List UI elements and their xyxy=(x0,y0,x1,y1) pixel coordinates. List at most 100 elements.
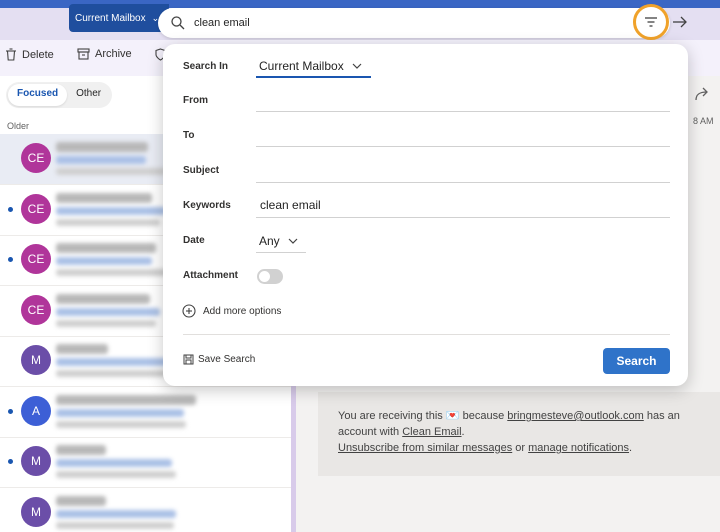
to-field[interactable] xyxy=(256,146,670,147)
search-filters-button[interactable] xyxy=(633,4,669,40)
message-time: 8 AM xyxy=(693,116,714,126)
footer-text: You are receiving this xyxy=(338,410,443,422)
mailbox-scope-button[interactable]: Current Mailbox ⌄ xyxy=(69,4,169,32)
footer-line-1: You are receiving this 💌 because bringme… xyxy=(338,408,700,424)
subject-field[interactable] xyxy=(256,182,670,183)
to-label: To xyxy=(183,130,195,141)
unsubscribe-link[interactable]: Unsubscribe from similar messages xyxy=(338,442,512,454)
redacted-text xyxy=(56,156,146,164)
footer-text: has an xyxy=(646,410,680,422)
arrow-right-icon xyxy=(673,16,687,28)
from-field[interactable] xyxy=(256,111,670,112)
footer-line-3: Unsubscribe from similar messages or man… xyxy=(338,440,700,456)
redacted-text xyxy=(56,243,156,253)
search-in-label: Search In xyxy=(183,61,229,72)
add-circle-icon xyxy=(182,304,196,318)
add-more-options-button[interactable]: Add more options xyxy=(182,304,281,318)
footer-text: or xyxy=(515,442,526,454)
keywords-underline xyxy=(256,217,670,218)
list-item[interactable]: M xyxy=(0,488,291,532)
search-icon xyxy=(171,16,185,30)
chevron-down-icon xyxy=(288,238,298,244)
list-item[interactable]: A xyxy=(0,387,291,438)
avatar: M xyxy=(21,446,51,476)
redacted-text xyxy=(56,358,168,366)
redacted-text xyxy=(56,471,176,478)
message-footer: You are receiving this 💌 because bringme… xyxy=(318,392,720,476)
search-submit-button[interactable] xyxy=(668,10,692,34)
search-button[interactable]: Search xyxy=(603,348,670,374)
search-input[interactable]: clean email xyxy=(158,8,670,38)
unread-dot xyxy=(8,206,13,212)
save-icon xyxy=(183,354,194,365)
avatar: M xyxy=(21,496,51,527)
date-dropdown[interactable]: Any xyxy=(259,234,298,248)
redacted-text xyxy=(56,495,106,506)
redacted-text xyxy=(56,521,174,529)
forward-icon[interactable] xyxy=(693,86,711,104)
footer-email-link[interactable]: bringmesteve@outlook.com xyxy=(507,410,644,422)
archive-icon xyxy=(77,48,90,60)
redacted-text xyxy=(56,257,152,265)
heart-icon: 💌 xyxy=(445,410,460,422)
chevron-down-icon xyxy=(352,63,362,69)
manage-notifications-link[interactable]: manage notifications xyxy=(528,442,629,454)
footer-text: account with xyxy=(338,426,400,438)
mailbox-scope-label: Current Mailbox xyxy=(75,12,146,24)
redacted-text xyxy=(56,509,176,518)
redacted-text xyxy=(56,307,160,316)
delete-button[interactable]: Delete xyxy=(5,48,54,61)
footer-line-2: account with Clean Email. xyxy=(338,424,700,440)
tab-focused[interactable]: Focused xyxy=(8,84,68,106)
redacted-text xyxy=(56,394,196,405)
trash-icon xyxy=(6,48,16,61)
redacted-text xyxy=(56,192,152,203)
inbox-pivot: Focused Other xyxy=(6,82,113,108)
save-search-button[interactable]: Save Search xyxy=(183,354,255,365)
avatar: CE xyxy=(21,294,51,325)
redacted-text xyxy=(56,420,186,428)
date-value: Any xyxy=(259,234,280,248)
subject-label: Subject xyxy=(183,165,220,176)
footer-punct: . xyxy=(629,442,633,454)
search-in-value: Current Mailbox xyxy=(259,59,344,73)
footer-punct: . xyxy=(461,426,465,438)
redacted-text xyxy=(56,269,168,276)
redacted-text xyxy=(56,459,172,467)
search-options-panel: Search In Current Mailbox From To Subjec… xyxy=(163,44,688,386)
avatar: M xyxy=(21,345,51,375)
archive-label: Archive xyxy=(95,48,132,60)
redacted-text xyxy=(56,408,184,417)
unread-dot xyxy=(8,459,13,464)
keywords-field[interactable]: clean email xyxy=(260,198,321,212)
filter-icon xyxy=(645,17,657,27)
archive-button[interactable]: Archive xyxy=(77,48,132,60)
attachment-label: Attachment xyxy=(183,270,239,281)
attachment-toggle[interactable] xyxy=(257,269,283,284)
clean-email-link[interactable]: Clean Email xyxy=(402,426,461,438)
avatar: CE xyxy=(21,143,51,173)
redacted-text xyxy=(56,445,106,455)
date-label: Date xyxy=(183,235,205,246)
list-item[interactable]: M xyxy=(0,437,291,488)
avatar: A xyxy=(21,395,51,426)
unread-dot xyxy=(8,408,13,414)
redacted-text xyxy=(56,168,166,175)
popup-divider xyxy=(183,334,670,335)
group-header: Older xyxy=(7,121,30,131)
avatar: CE xyxy=(21,193,51,224)
redacted-text xyxy=(56,218,160,226)
redacted-text xyxy=(56,293,150,304)
redacted-text xyxy=(56,142,148,152)
tab-other[interactable]: Other xyxy=(67,84,110,106)
date-underline xyxy=(256,252,306,253)
save-search-label: Save Search xyxy=(198,354,256,365)
delete-label: Delete xyxy=(22,48,54,61)
footer-text: because xyxy=(462,410,505,422)
search-query-text: clean email xyxy=(194,17,250,29)
redacted-text xyxy=(56,344,108,354)
search-in-dropdown[interactable]: Current Mailbox xyxy=(259,59,362,73)
unread-dot xyxy=(8,257,13,262)
search-in-underline xyxy=(256,76,371,78)
toggle-knob xyxy=(259,271,270,282)
